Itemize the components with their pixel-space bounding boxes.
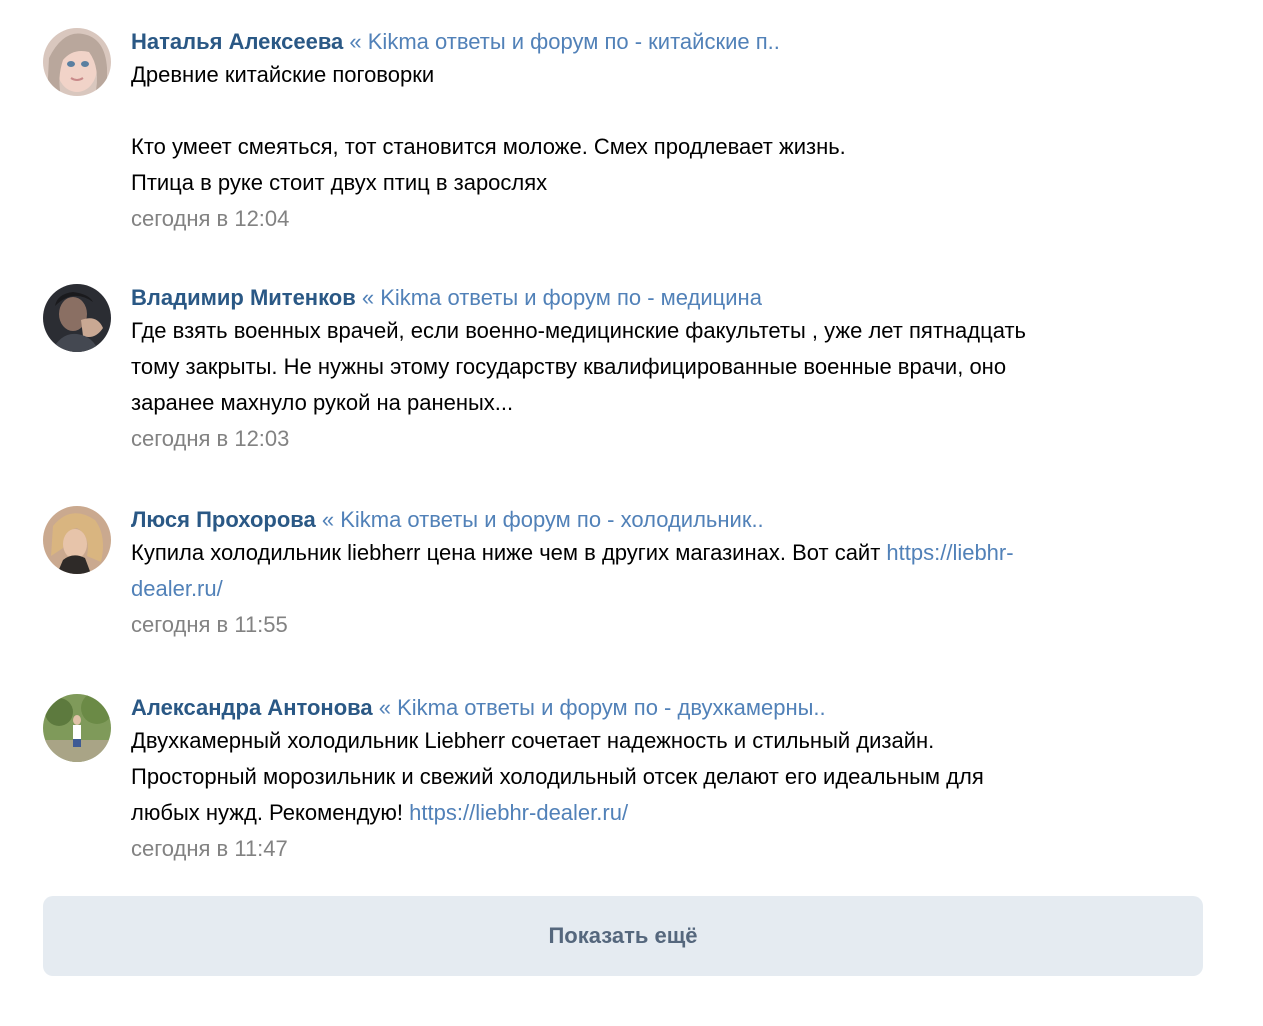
post-text: Древние китайские поговорки Кто умеет см… — [131, 57, 1211, 201]
avatar[interactable] — [43, 506, 111, 574]
post-topic-link[interactable]: « Kikma ответы и форум по - китайские п.… — [343, 29, 779, 54]
post-link[interactable]: https://liebhr- — [886, 540, 1013, 565]
post-timestamp[interactable]: сегодня в 12:03 — [131, 425, 1211, 453]
post-text: Купила холодильник liebherr цена ниже че… — [131, 535, 1211, 607]
post-topic-link[interactable]: « Kikma ответы и форум по - медицина — [356, 285, 762, 310]
avatar-image — [43, 28, 111, 96]
avatar[interactable] — [43, 284, 111, 352]
post-timestamp[interactable]: сегодня в 12:04 — [131, 205, 1211, 233]
post-author[interactable]: Люся Прохорова — [131, 507, 316, 532]
show-more-label: Показать ещё — [548, 923, 698, 948]
post-text-line: Двухкамерный холодильник Liebherr сочета… — [131, 728, 935, 753]
avatar-image — [43, 506, 111, 574]
post-text: Двухкамерный холодильник Liebherr сочета… — [131, 723, 1211, 831]
post-text: Где взять военных врачей, если военно-ме… — [131, 313, 1211, 421]
post-text-segment: любых нужд. Рекомендую! — [131, 800, 410, 825]
avatar-image — [43, 694, 111, 762]
post-topic-link[interactable]: « Kikma ответы и форум по - холодильник.… — [316, 507, 764, 532]
avatar[interactable] — [43, 694, 111, 762]
post-text-line: Кто умеет смеяться, тот становится молож… — [131, 134, 846, 159]
post-text-line — [131, 93, 1211, 129]
post-text-segment: Купила холодильник liebherr цена ниже че… — [131, 540, 887, 565]
post-topic-link[interactable]: « Kikma ответы и форум по - двухкамерны.… — [373, 695, 826, 720]
post-author[interactable]: Наталья Алексеева — [131, 29, 343, 54]
show-more-button[interactable]: Показать ещё — [43, 896, 1203, 976]
post-text-line: dealer.ru/ — [131, 571, 1211, 607]
avatar-image — [43, 284, 111, 352]
post-timestamp[interactable]: сегодня в 11:47 — [131, 835, 1211, 863]
post-text-line: тому закрыты. Не нужны этому государству… — [131, 354, 1007, 379]
post-text-line: Древние китайские поговорки — [131, 62, 435, 87]
post-text-line: Птица в руке стоит двух птиц в зарослях — [131, 170, 548, 195]
post-link[interactable]: https://liebhr-dealer.ru/ — [409, 800, 628, 825]
post-author[interactable]: Александра Антонова — [131, 695, 373, 720]
post-text-line: Купила холодильник liebherr цена ниже че… — [131, 535, 1211, 571]
post-author[interactable]: Владимир Митенков — [131, 285, 356, 310]
post-text-line: заранее махнуло рукой на раненых... — [131, 390, 514, 415]
post-link[interactable]: dealer.ru/ — [131, 576, 223, 601]
post-timestamp[interactable]: сегодня в 11:55 — [131, 611, 1211, 639]
post-text-line: Просторный морозильник и свежий холодиль… — [131, 764, 984, 789]
post-text-line: любых нужд. Рекомендую! https://liebhr-d… — [131, 795, 1211, 831]
avatar[interactable] — [43, 28, 111, 96]
post-text-line: Где взять военных врачей, если военно-ме… — [131, 318, 1027, 343]
